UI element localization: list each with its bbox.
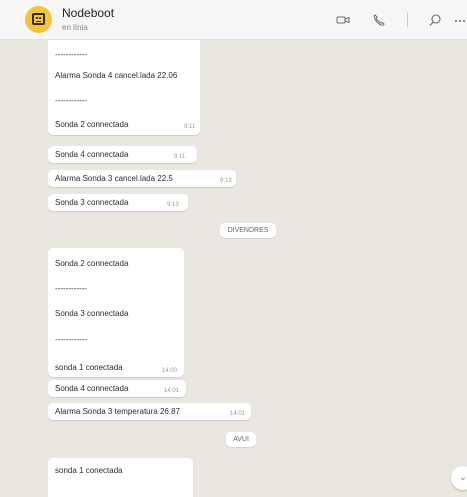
video-call-icon[interactable] [336,13,350,27]
date-separator: DIVENDRES [220,223,276,238]
more-icon[interactable] [453,13,467,27]
date-separator: AVUI [226,432,256,447]
contact-avatar[interactable] [25,6,52,33]
message-bubble[interactable]: Sonda 4 connectada 9:11 [48,146,197,163]
message-line: ------------ [55,96,87,105]
header-divider [407,12,408,27]
message-text: Sonda 3 connectada [55,198,129,207]
message-text: Alarma Sonda 3 cancel.lada 22.5 [55,174,173,183]
message-text: Sonda 4 connectada [55,150,129,159]
chat-header: Nodeboot en línia [0,0,467,40]
message-line: Sonda 2 connectada [55,120,129,129]
message-time: 14:01 [164,388,180,394]
message-bubble[interactable]: Alarma Sonda 3 temperatura 26.87 14:01 [48,403,251,420]
message-bubble[interactable]: Alarma Sonda 3 cancel.lada 22.5 9:13 [48,170,236,187]
message-time: 9:11 [174,154,186,160]
message-line: ------------ [55,50,87,59]
message-line: ------------ [55,284,87,293]
message-time: 9:13 [220,178,232,184]
message-time: 9:11 [184,124,196,130]
message-line: Sonda 3 connectada [55,309,129,318]
contact-status: en línia [62,23,88,32]
message-time: 14:00 [162,368,178,374]
message-text: Alarma Sonda 3 temperatura 26.87 [55,407,180,416]
bot-icon [32,13,45,25]
message-time: 14:01 [230,411,246,417]
message-text: Sonda 4 connectada [55,384,129,393]
message-line: sonda 1 conectada [55,363,123,372]
message-line: Sonda 2 connectada [55,259,129,268]
message-line: Alarma Sonda 4 cancel.lada 22.06 [55,71,178,80]
message-bubble[interactable]: ------------ Alarma Sonda 4 cancel.lada … [48,40,200,135]
chevron-down-icon: ⌄ [458,472,467,483]
message-bubble[interactable]: sonda 1 conectada [48,458,193,497]
search-icon[interactable] [428,13,442,27]
message-time: 9:13 [167,202,179,208]
contact-name[interactable]: Nodeboot [62,6,114,20]
chat-area[interactable]: ------------ Alarma Sonda 4 cancel.lada … [0,40,467,497]
message-bubble[interactable]: Sonda 3 connectada 9:13 [48,194,188,211]
message-bubble[interactable]: Sonda 2 connectada ------------ Sonda 3 … [48,248,184,377]
message-line: ------------ [55,335,87,344]
phone-icon[interactable] [372,13,386,27]
message-text: sonda 1 conectada [55,466,123,475]
message-bubble[interactable]: Sonda 4 connectada 14:01 [48,380,186,397]
